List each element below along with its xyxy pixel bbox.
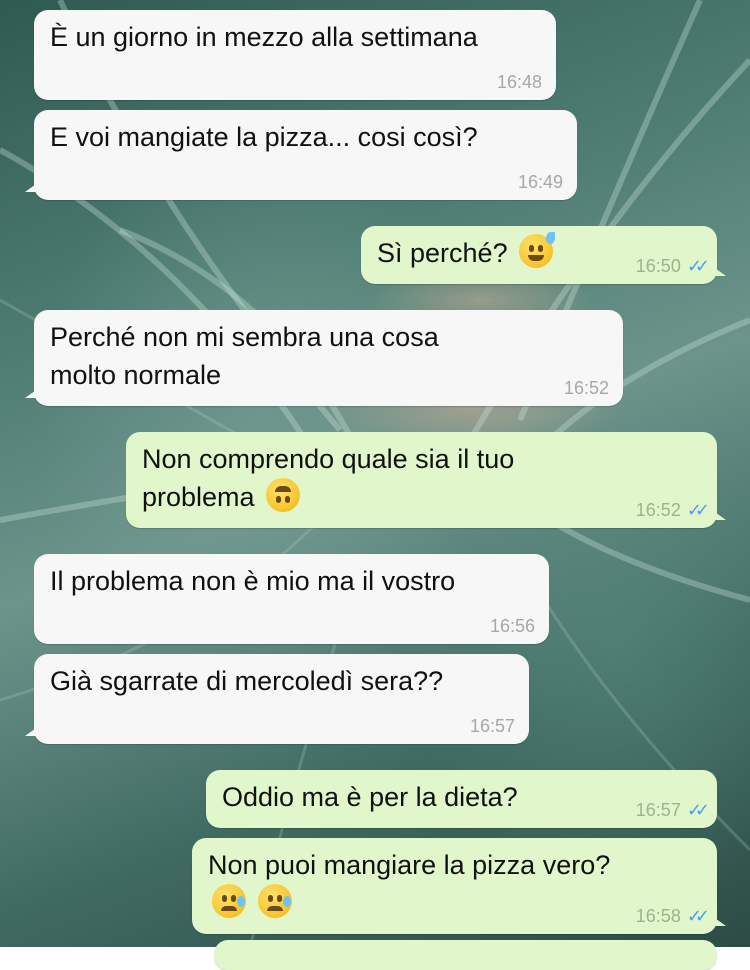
message-time: 16:57 [469, 716, 515, 736]
message-text: E voi mangiate la pizza... cosi così? [50, 122, 478, 152]
grinning-sweat-emoji [519, 232, 556, 268]
message-time: 16:56 [489, 616, 535, 636]
message-time: 16:49 [517, 172, 563, 192]
message-time: 16:50 ✓✓ [635, 256, 710, 276]
message-time: 16:52 [563, 378, 609, 398]
message-bubble-incoming[interactable]: Già sgarrate di mercoledì sera?? 16:57 [25, 654, 529, 744]
upside-down-face-emoji [266, 478, 301, 512]
message-bubble-outgoing[interactable]: Oddio ma è per la dieta? 16:57 ✓✓ [206, 770, 717, 828]
message-time: 16:57 ✓✓ [635, 800, 710, 820]
message-bubble-incoming[interactable]: È un giorno in mezzo alla settimana 16:4… [34, 10, 556, 100]
message-bubble-outgoing[interactable]: Sì perché? 16:50 ✓✓ [361, 226, 726, 284]
message-text: Non puoi mangiare la pizza vero? [208, 850, 611, 880]
message-time: 16:48 [496, 72, 542, 92]
message-text-line: Non comprendo quale sia il tuo [142, 444, 515, 474]
sad-relieved-face-emoji [257, 884, 292, 918]
message-time: 16:52 ✓✓ [635, 500, 710, 520]
message-bubble-outgoing[interactable]: Non comprendo quale sia il tuo problema … [126, 432, 726, 528]
message-text-line: problema [142, 482, 255, 512]
message-text: Il problema non è mio ma il vostro [50, 566, 456, 596]
read-receipt-icon: ✓✓ [686, 800, 710, 820]
message-bubble-incoming[interactable]: Perché non mi sembra una cosa molto norm… [25, 310, 623, 406]
message-bubble-outgoing[interactable]: Non puoi mangiare la pizza vero? 16:58 ✓… [192, 838, 726, 934]
message-text-line: molto normale [50, 360, 222, 390]
message-text: Già sgarrate di mercoledì sera?? [50, 666, 444, 696]
read-receipt-icon: ✓✓ [686, 906, 710, 926]
message-bubble-incoming[interactable]: Il problema non è mio ma il vostro 16:56 [34, 554, 549, 644]
message-bubble-outgoing-partial[interactable] [214, 940, 717, 970]
message-text-line: Perché non mi sembra una cosa [50, 322, 439, 352]
sad-relieved-face-emoji [212, 884, 246, 918]
read-receipt-icon: ✓✓ [686, 500, 710, 520]
message-text: È un giorno in mezzo alla settimana [50, 22, 478, 52]
message-text: Oddio ma è per la dieta? [222, 782, 518, 812]
message-time: 16:58 ✓✓ [635, 906, 710, 926]
message-bubble-incoming[interactable]: E voi mangiate la pizza... cosi così? 16… [25, 110, 577, 200]
read-receipt-icon: ✓✓ [686, 256, 710, 276]
message-text: Sì perché? [377, 238, 508, 268]
